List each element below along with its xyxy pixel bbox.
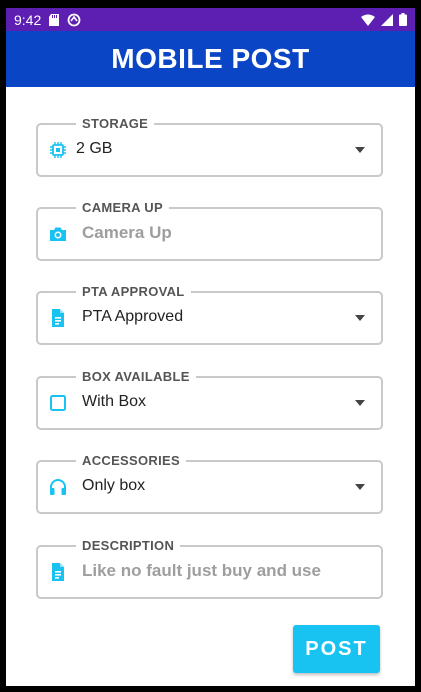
app-title: MOBILE POST xyxy=(111,43,310,74)
box-available-value: With Box xyxy=(82,393,147,410)
signal-icon xyxy=(381,13,393,26)
chevron-down-icon xyxy=(355,147,365,153)
battery-icon xyxy=(399,13,407,26)
app-bar: MOBILE POST xyxy=(6,31,415,87)
status-bar: 9:42 xyxy=(6,8,415,31)
description-label: DESCRIPTION xyxy=(76,538,181,554)
headphones-icon xyxy=(50,479,66,495)
wifi-icon xyxy=(361,14,375,26)
description-placeholder: Like no fault just buy and use xyxy=(82,561,321,580)
box-available-dropdown[interactable]: BOX AVAILABLE With Box xyxy=(36,369,383,430)
camera-icon xyxy=(50,227,66,241)
pta-approval-value: PTA Approved xyxy=(82,308,184,325)
sd-card-icon xyxy=(49,13,60,26)
camera-up-label: CAMERA UP xyxy=(76,200,169,216)
chevron-down-icon xyxy=(355,484,365,490)
screen: 9:42 MOBILE POST STORAGE 2 GB CAMERA UP … xyxy=(6,8,415,686)
post-button[interactable]: POST xyxy=(293,625,380,673)
camera-up-placeholder: Camera Up xyxy=(82,223,172,242)
sync-circle-icon xyxy=(67,13,81,26)
chevron-down-icon xyxy=(355,315,365,321)
storage-label: STORAGE xyxy=(76,116,155,132)
chevron-down-icon xyxy=(355,400,365,406)
device-frame: 9:42 MOBILE POST STORAGE 2 GB CAMERA UP … xyxy=(0,0,421,692)
pta-approval-dropdown[interactable]: PTA APPROVAL PTA Approved xyxy=(36,284,383,345)
description-input[interactable]: DESCRIPTION Like no fault just buy and u… xyxy=(36,538,383,599)
camera-up-input[interactable]: CAMERA UP Camera Up xyxy=(36,200,383,261)
checkbox-icon xyxy=(50,395,66,411)
storage-dropdown[interactable]: STORAGE 2 GB xyxy=(36,116,383,177)
document-icon xyxy=(52,309,64,327)
accessories-label: ACCESSORIES xyxy=(76,453,186,469)
storage-value: 2 GB xyxy=(76,140,113,157)
box-available-label: BOX AVAILABLE xyxy=(76,369,196,385)
chip-icon xyxy=(50,142,66,158)
accessories-value: Only box xyxy=(82,477,146,494)
status-time: 9:42 xyxy=(14,11,42,28)
accessories-dropdown[interactable]: ACCESSORIES Only box xyxy=(36,453,383,514)
document-icon xyxy=(52,563,64,581)
pta-approval-label: PTA APPROVAL xyxy=(76,284,191,300)
